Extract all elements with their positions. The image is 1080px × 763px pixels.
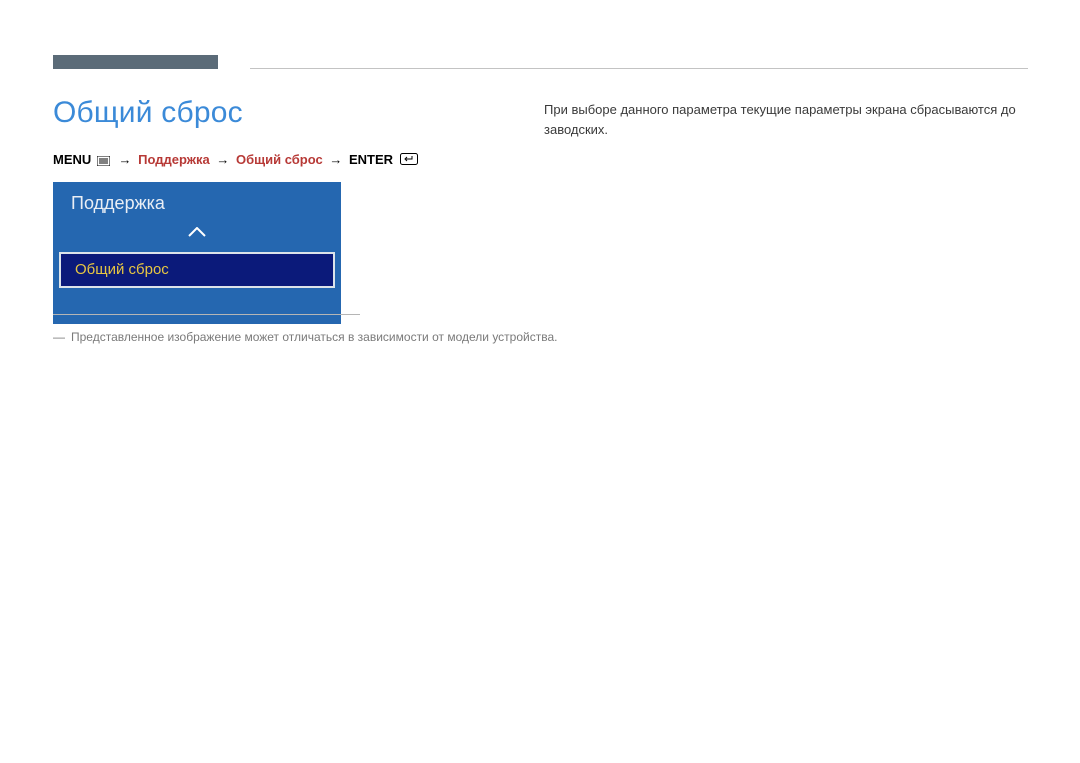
- osd-menu-panel: Поддержка Общий сброс: [53, 182, 341, 324]
- enter-icon: [400, 153, 418, 168]
- breadcrumb-arrow: →: [119, 152, 132, 167]
- description-text: При выборе данного параметра текущие пар…: [544, 100, 1030, 139]
- breadcrumb-step-2: Общий сброс: [236, 152, 323, 167]
- menu-icon: [97, 156, 110, 165]
- page-title: Общий сброс: [53, 96, 243, 130]
- scroll-up-icon[interactable]: [53, 220, 341, 250]
- disclaimer-text: ―Представленное изображение может отлича…: [53, 330, 557, 344]
- osd-panel-spacer: [53, 296, 341, 324]
- breadcrumb-arrow: →: [329, 152, 342, 167]
- breadcrumb-enter-label: ENTER: [349, 152, 393, 167]
- divider-rule: [53, 314, 360, 315]
- breadcrumb-menu-label: MENU: [53, 152, 91, 167]
- disclaimer-body: Представленное изображение может отличат…: [71, 330, 557, 344]
- breadcrumb-step-1: Поддержка: [138, 152, 210, 167]
- breadcrumb: MENU → Поддержка → Общий сброс → ENTER: [53, 152, 418, 168]
- section-tab-marker: [53, 55, 218, 69]
- breadcrumb-arrow: →: [216, 152, 229, 167]
- osd-selected-item[interactable]: Общий сброс: [59, 252, 335, 288]
- top-horizontal-rule: [250, 68, 1028, 69]
- osd-panel-header: Поддержка: [53, 182, 341, 220]
